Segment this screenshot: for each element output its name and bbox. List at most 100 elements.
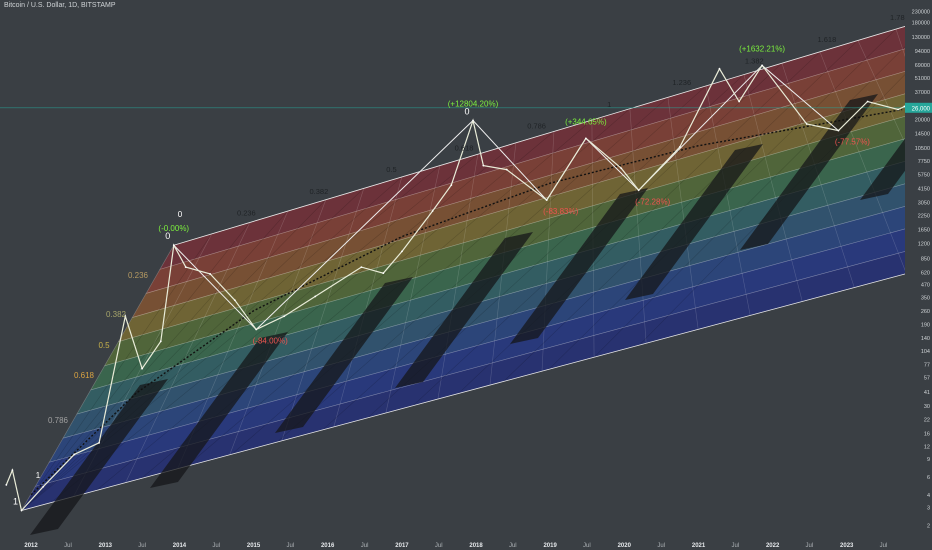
anchor-label: 0 [464,106,469,116]
price-tick-label: 230000 [912,10,930,16]
current-price-text: 26,000 [912,106,931,112]
price-point [505,168,508,171]
time-tick-label: Jul [138,543,146,549]
time-tick-label: 2014 [173,543,187,549]
fib-label-left: 0.618 [74,371,95,380]
price-tick-label: 5750 [918,172,930,178]
time-tick-label: 2018 [469,543,483,549]
price-point [382,272,385,275]
price-tick-label: 7750 [918,159,930,165]
time-tick-label: Jul [880,543,888,549]
time-tick-label: 2022 [766,543,780,549]
peak-label: (+12804.20%) [448,99,499,108]
price-tick-label: 180000 [912,21,930,27]
price-point [20,509,23,512]
price-tick-label: 350 [921,296,930,302]
price-point [172,244,175,247]
price-tick-label: 140 [921,336,930,342]
time-tick-label: Jul [509,543,517,549]
time-tick-label: Jul [731,543,739,549]
price-tick-label: 69000 [915,63,930,69]
price-point [866,100,869,103]
price-point [42,485,45,488]
fib-label-top: 1.618 [817,35,836,44]
price-point [401,250,403,253]
price-point [360,266,363,269]
price-tick-label: 12 [924,444,930,450]
time-tick-label: Jul [361,543,369,549]
price-point [805,123,808,125]
fib-label-left: 0 [178,210,183,219]
price-point [314,295,317,298]
price-tick-label: 57 [924,376,930,382]
trough-label: (-77.57%) [835,138,870,147]
peak-label: (+344.65%) [565,117,607,126]
price-tick-label: 16 [924,432,930,438]
price-point [233,299,236,302]
price-point [482,164,485,167]
price-point [283,315,286,318]
fib-label-top: 0.5 [386,165,396,174]
price-tick-label: 2 [927,523,930,529]
fib-label-left: 0.236 [128,271,149,280]
fib-label-top: 0.618 [455,143,474,152]
price-tick-label: 9 [927,457,930,463]
time-tick-label: Jul [583,543,591,549]
fib-label-left: 0.382 [106,310,127,319]
fib-label-left: 0.5 [98,341,110,350]
price-point [837,129,840,132]
price-tick-label: 470 [921,283,930,289]
price-tick-label: 22 [924,418,930,424]
price-point [5,484,8,486]
price-tick-label: 1650 [918,227,930,233]
price-point [718,67,721,70]
price-tick-label: 51000 [915,76,930,82]
price-point [620,167,623,170]
price-point [255,328,258,331]
time-tick-label: 2015 [247,543,261,549]
price-tick-label: 4 [927,493,930,499]
trough-label: (-83.83%) [543,207,578,216]
time-tick-label: 2021 [692,543,706,549]
fib-label-left: 0.786 [48,416,69,425]
price-tick-label: 6 [927,475,930,481]
price-point [11,469,14,472]
price-point [545,199,548,202]
time-tick-label: Jul [64,543,72,549]
peak-label: (+1632.21%) [739,44,785,53]
fib-label-left: 1 [36,471,41,480]
time-tick-label: 2013 [99,543,113,549]
price-tick-label: 4150 [918,187,930,193]
price-point [98,441,100,444]
price-point [141,367,144,370]
time-tick-label: Jul [657,543,665,549]
price-tick-label: 3 [927,505,930,511]
trough-label: (-72.28%) [635,197,670,206]
time-tick-label: 2020 [618,543,632,549]
price-tick-label: 30 [924,404,930,410]
time-tick-label: 2019 [543,543,557,549]
price-tick-label: 1200 [918,241,930,247]
price-tick-label: 850 [921,257,930,263]
price-point [73,453,76,456]
price-point [637,189,640,192]
time-tick-label: 2016 [321,543,335,549]
chart-root: { "header": {"symbol_title": "Bitcoin / … [0,0,932,550]
price-point [159,340,162,343]
price-point [431,210,434,212]
time-tick-label: 2023 [840,543,854,549]
fib-fan-bands [20,17,932,511]
price-tick-label: 14500 [915,132,930,138]
fib-label-top: 1.236 [672,78,691,87]
fib-label-top: 0.382 [310,187,329,196]
fib-label-top: 0.786 [527,122,546,131]
fib-label-top: 1.382 [745,56,764,65]
price-tick-label: 620 [921,270,930,276]
price-point [472,119,474,122]
price-point [209,273,212,275]
price-tick-label: 2250 [918,214,930,220]
anchor-label: 1 [13,496,18,506]
time-tick-label: 2012 [24,543,38,549]
price-tick-label: 3050 [918,200,930,206]
time-tick-label: Jul [806,543,814,549]
